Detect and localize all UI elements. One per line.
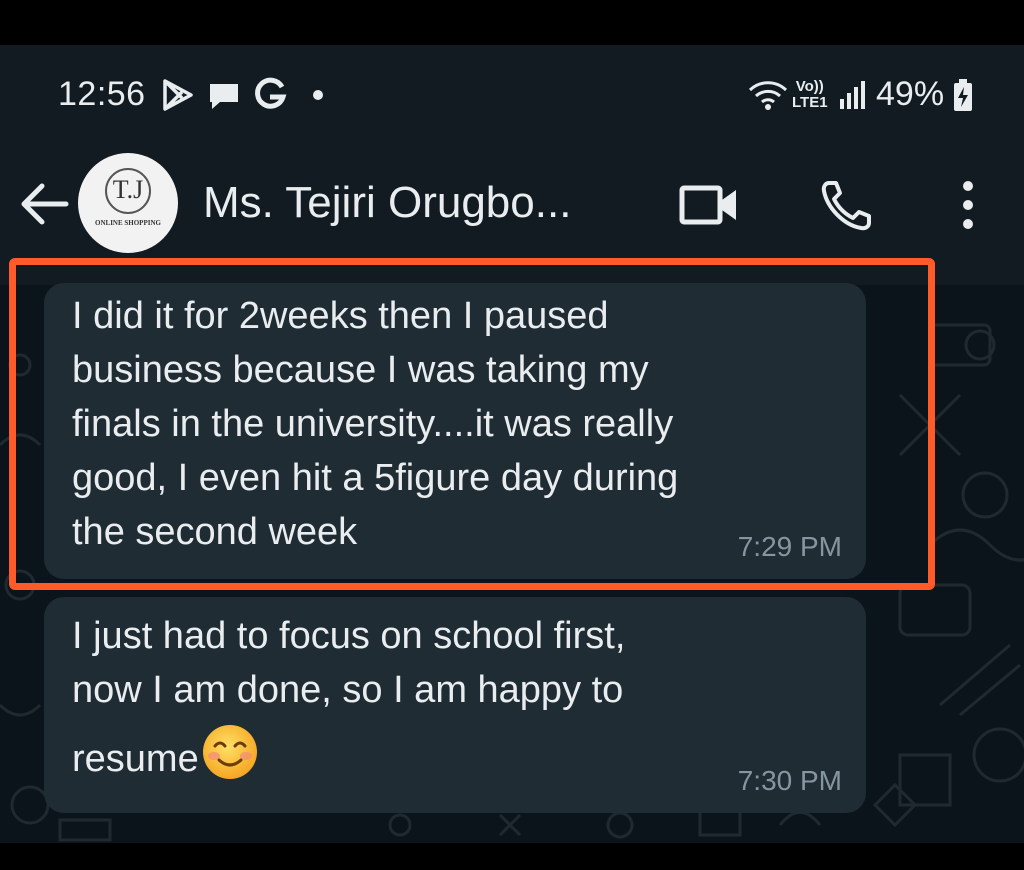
message-line-with-emoji: resume [72,723,625,786]
dot-icon [310,75,326,115]
message-line: resume [72,738,199,780]
volte-icon: Vo)) LTE1 [792,75,828,115]
status-time: 12:56 [58,75,146,113]
avatar[interactable]: T.J ONLINE SHOPPING [78,153,178,253]
volte-label: Vo)) [795,78,824,95]
google-g-icon [252,75,288,115]
lte-label: LTE1 [792,94,828,111]
wifi-icon [746,75,790,115]
play-store-icon [160,75,196,115]
battery-charging-icon [952,75,974,115]
message-line: I just had to focus on school first, [72,615,626,657]
signal-bars-icon [838,75,868,115]
more-options-icon[interactable] [936,175,1000,235]
chat-screen: 12:56 Vo)) LTE1 49% T.J ONLINE SHOPPING … [0,45,1024,843]
status-bar: 12:56 Vo)) LTE1 49% [0,45,1024,145]
chat-bubble-icon [206,75,242,115]
chat-header: T.J ONLINE SHOPPING Ms. Tejiri Orugbo... [0,145,1024,265]
message-text: I just had to focus on school first, now… [72,609,625,786]
smiling-face-emoji-icon [201,723,259,781]
back-arrow-icon[interactable] [18,180,70,228]
contact-name[interactable]: Ms. Tejiri Orugbo... [203,178,571,228]
message-bubble-incoming[interactable]: I just had to focus on school first, now… [44,597,866,813]
highlight-box [9,258,935,590]
video-call-icon[interactable] [678,175,742,235]
battery-percent: 49% [876,75,945,113]
avatar-logo-text: T.J [112,175,144,204]
voice-call-icon[interactable] [815,175,879,235]
avatar-subtext: ONLINE SHOPPING [95,219,161,227]
message-timestamp: 7:30 PM [737,765,842,796]
message-line: now I am done, so I am happy to [72,669,624,711]
